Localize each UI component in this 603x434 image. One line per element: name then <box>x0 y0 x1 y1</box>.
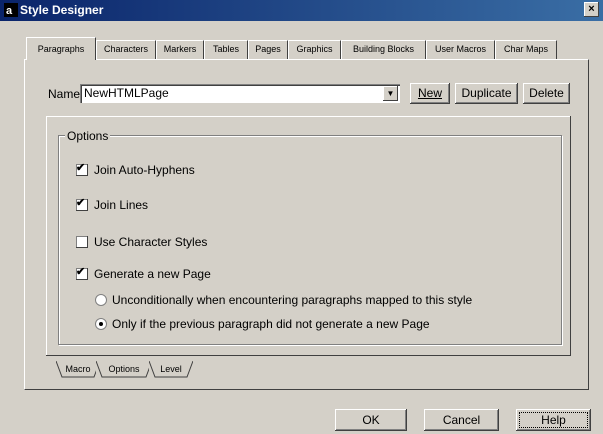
chevron-down-icon[interactable]: ▼ <box>383 86 398 101</box>
generate-new-page-checkbox[interactable]: ✔ <box>76 266 88 280</box>
ok-button[interactable]: OK <box>335 409 407 431</box>
join-lines-label: Join Lines <box>94 198 149 212</box>
check-icon: ✔ <box>76 162 86 174</box>
generate-new-page-label: Generate a new Page <box>94 267 211 281</box>
name-value: NewHTMLPage <box>84 86 169 100</box>
title-bar[interactable]: a Style Designer × <box>0 0 603 21</box>
tab-graphics[interactable]: Graphics <box>288 40 341 59</box>
tab-paragraphs[interactable]: Paragraphs <box>26 37 96 60</box>
use-character-styles-checkbox[interactable] <box>76 236 88 248</box>
app-icon: a <box>4 3 18 17</box>
only-if-previous-radio[interactable] <box>95 318 107 330</box>
bottom-tab-macro-label: Macro <box>65 364 91 374</box>
bottom-tab-macro[interactable]: Macro <box>56 361 100 378</box>
tab-characters[interactable]: Characters <box>96 40 156 59</box>
style-designer-window: a Style Designer × Paragraphs Characters… <box>0 0 603 434</box>
options-group-label: Options <box>65 129 111 143</box>
bottom-tab-level[interactable]: Level <box>149 361 193 378</box>
tab-char-maps[interactable]: Char Maps <box>495 40 557 59</box>
new-button-label: New <box>417 86 442 100</box>
bottom-tab-options[interactable]: Options <box>96 361 152 378</box>
join-lines-checkbox[interactable]: ✔ <box>76 197 88 211</box>
check-icon: ✔ <box>76 266 86 278</box>
tab-building-blocks[interactable]: Building Blocks <box>341 40 426 59</box>
unconditionally-radio[interactable] <box>95 294 107 306</box>
tab-pages[interactable]: Pages <box>248 40 288 59</box>
join-auto-hyphens-checkbox[interactable]: ✔ <box>76 162 88 176</box>
tab-tables[interactable]: Tables <box>204 40 248 59</box>
window-title: Style Designer <box>20 3 104 17</box>
close-icon[interactable]: × <box>584 2 599 17</box>
duplicate-button-label: Duplicate <box>461 86 512 100</box>
name-combobox[interactable]: NewHTMLPage ▼ <box>80 84 400 103</box>
new-button[interactable]: New <box>410 83 450 104</box>
cancel-button[interactable]: Cancel <box>424 409 499 431</box>
svg-text:a: a <box>6 5 13 17</box>
join-auto-hyphens-label: Join Auto-Hyphens <box>94 163 195 177</box>
duplicate-button[interactable]: Duplicate <box>455 83 518 104</box>
use-character-styles-label: Use Character Styles <box>94 235 208 249</box>
delete-button-label: Delete <box>529 86 564 100</box>
name-label: Name <box>48 87 81 101</box>
radio-selected-dot <box>99 322 103 326</box>
delete-button[interactable]: Delete <box>523 83 570 104</box>
only-if-previous-label: Only if the previous paragraph did not g… <box>112 317 430 331</box>
tab-markers[interactable]: Markers <box>156 40 204 59</box>
help-button[interactable]: Help <box>516 409 591 431</box>
check-icon: ✔ <box>76 197 86 209</box>
tab-user-macros[interactable]: User Macros <box>426 40 495 59</box>
unconditionally-label: Unconditionally when encountering paragr… <box>112 293 473 307</box>
bottom-tab-level-label: Level <box>160 364 182 374</box>
bottom-tab-options-label: Options <box>108 364 140 374</box>
